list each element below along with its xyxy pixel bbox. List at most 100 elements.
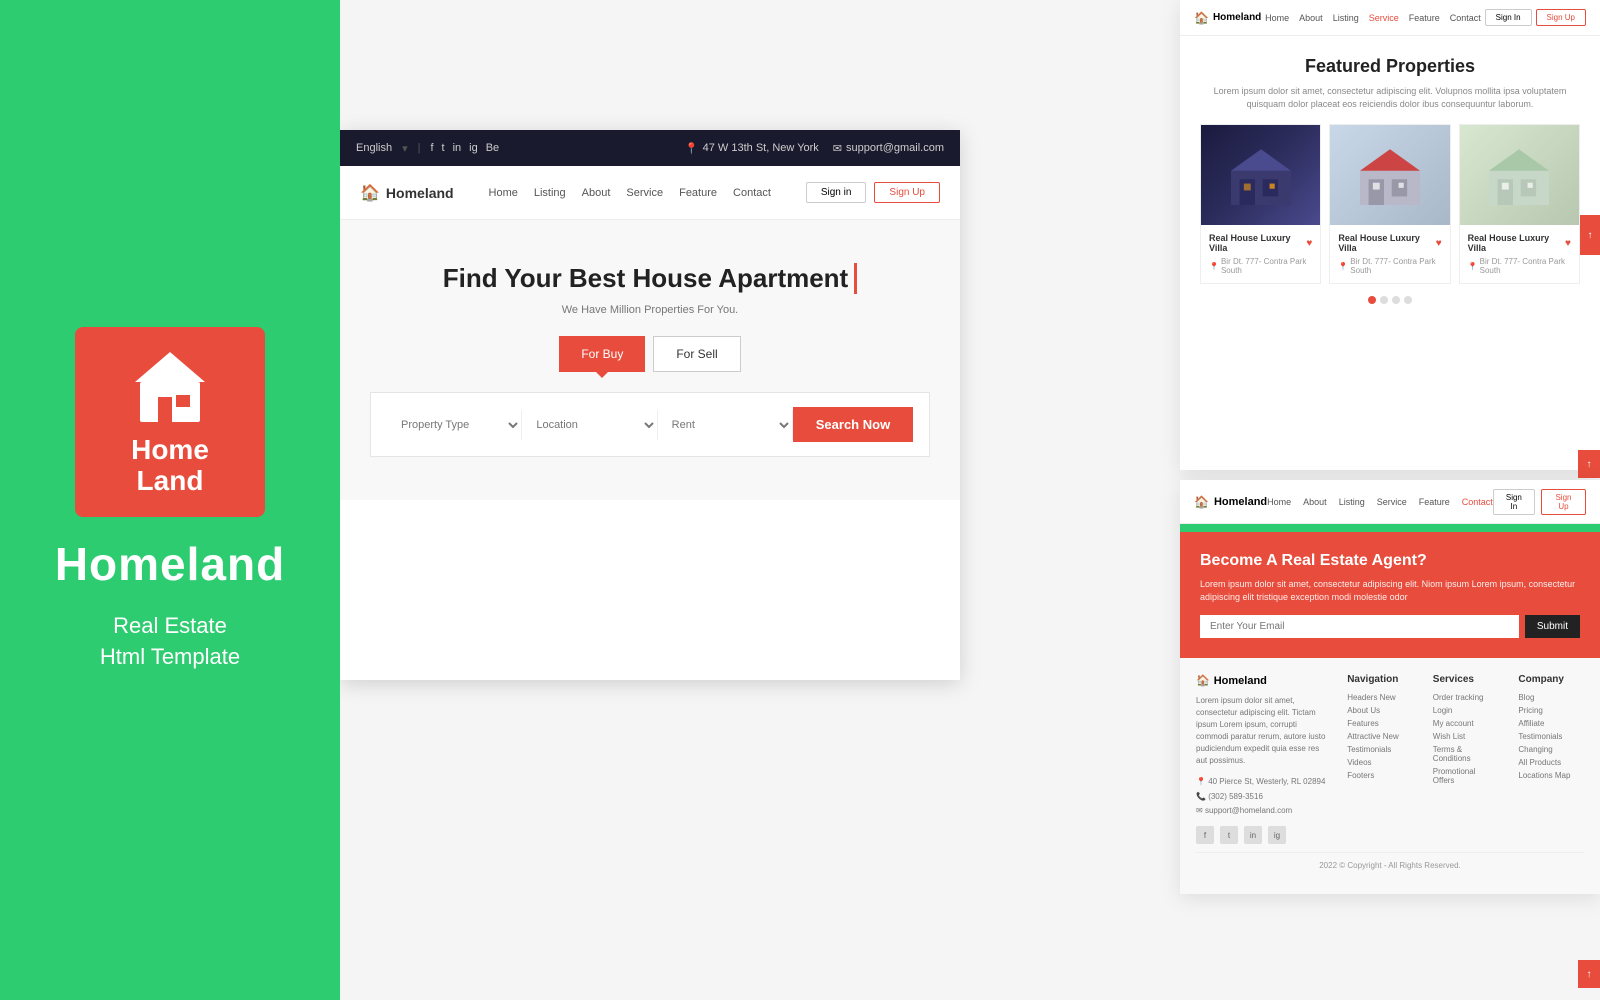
fsvc-wish-list[interactable]: Wish List: [1433, 732, 1499, 741]
nav-about[interactable]: About: [582, 187, 611, 199]
nav-logo: 🏠 Homeland: [360, 183, 454, 203]
bnav-home[interactable]: Home: [1267, 497, 1291, 507]
property-location-2: 📍 Bir Dt. 777- Contra Park South: [1338, 257, 1441, 275]
fnav-listing[interactable]: Listing: [1333, 13, 1359, 23]
scroll-bottom-button[interactable]: ↑: [1578, 960, 1600, 988]
dot-4[interactable]: [1404, 296, 1412, 304]
fsvc-terms[interactable]: Terms & Conditions: [1433, 745, 1499, 763]
fsvc-login[interactable]: Login: [1433, 706, 1499, 715]
search-bar: Property Type Location Rent Search Now: [370, 392, 930, 457]
property-card-1[interactable]: Real House Luxury Villa ♥ 📍 Bir Dt. 777-…: [1200, 124, 1321, 284]
fnav-headers-new[interactable]: Headers New: [1347, 693, 1413, 702]
language-selector[interactable]: English: [356, 142, 392, 154]
property-name-3: Real House Luxury Villa ♥: [1468, 233, 1571, 253]
fnav-footers[interactable]: Footers: [1347, 771, 1413, 780]
featured-nav-logo: 🏠 Homeland: [1194, 11, 1261, 25]
nav-home[interactable]: Home: [489, 187, 518, 199]
footer-phone: 📞 (302) 589-3516: [1196, 790, 1327, 804]
nav-listing[interactable]: Listing: [534, 187, 566, 199]
signup-button[interactable]: Sign Up: [874, 182, 940, 203]
house-svg-3: [1484, 145, 1554, 205]
bottom-signin-btn[interactable]: Sign In: [1493, 489, 1535, 515]
footer-linkedin-icon[interactable]: in: [1244, 826, 1262, 844]
dot-3[interactable]: [1392, 296, 1400, 304]
fnav-about[interactable]: About: [1299, 13, 1323, 23]
fnav-about-us[interactable]: About Us: [1347, 706, 1413, 715]
fnav-attractive-new[interactable]: Attractive New: [1347, 732, 1413, 741]
fnav-testimonials[interactable]: Testimonials: [1347, 745, 1413, 754]
fco-pricing[interactable]: Pricing: [1518, 706, 1584, 715]
featured-panel: 🏠 Homeland Home About Listing Service Fe…: [1180, 0, 1600, 470]
scroll-top-button[interactable]: ↑: [1578, 450, 1600, 478]
heart-icon-1[interactable]: ♥: [1306, 238, 1312, 249]
instagram-icon[interactable]: ig: [469, 142, 478, 154]
main-preview: English ▾ | f t in ig Be 📍 47 W 13th St,…: [340, 130, 960, 680]
featured-signup-btn[interactable]: Sign Up: [1536, 9, 1586, 26]
heart-icon-3[interactable]: ♥: [1565, 238, 1571, 249]
fnav-features[interactable]: Features: [1347, 719, 1413, 728]
facebook-icon[interactable]: f: [430, 142, 433, 154]
fnav-videos[interactable]: Videos: [1347, 758, 1413, 767]
fco-locations-map[interactable]: Locations Map: [1518, 771, 1584, 780]
fsvc-order-tracking[interactable]: Order tracking: [1433, 693, 1499, 702]
bottom-signup-btn[interactable]: Sign Up: [1541, 489, 1586, 515]
property-info-1: Real House Luxury Villa ♥ 📍 Bir Dt. 777-…: [1201, 225, 1320, 283]
bnav-feature[interactable]: Feature: [1419, 497, 1450, 507]
footer-instagram-icon[interactable]: ig: [1268, 826, 1286, 844]
footer-facebook-icon[interactable]: f: [1196, 826, 1214, 844]
fnav-service[interactable]: Service: [1369, 13, 1399, 23]
footer-nav-links: Headers New About Us Features Attractive…: [1347, 693, 1413, 780]
agent-cta-description: Lorem ipsum dolor sit amet, consectetur …: [1200, 578, 1580, 603]
property-name-2: Real House Luxury Villa ♥: [1338, 233, 1441, 253]
fsvc-my-account[interactable]: My account: [1433, 719, 1499, 728]
fnav-feature[interactable]: Feature: [1409, 13, 1440, 23]
fco-blog[interactable]: Blog: [1518, 693, 1584, 702]
featured-signin-btn[interactable]: Sign In: [1485, 9, 1532, 26]
fnav-home[interactable]: Home: [1265, 13, 1289, 23]
dot-2[interactable]: [1380, 296, 1388, 304]
footer-services-col: Services Order tracking Login My account…: [1433, 674, 1499, 844]
heart-icon-2[interactable]: ♥: [1436, 238, 1442, 249]
bnav-contact[interactable]: Contact: [1462, 497, 1493, 507]
location-select[interactable]: Location: [522, 410, 657, 440]
behance-icon[interactable]: Be: [486, 142, 499, 154]
footer-services-title: Services: [1433, 674, 1499, 685]
left-panel: Home Land Homeland Real Estate Html Temp…: [0, 0, 340, 1000]
featured-nav-buttons: Sign In Sign Up: [1485, 9, 1586, 26]
property-type-select[interactable]: Property Type: [387, 410, 522, 440]
green-accent-bar: [1180, 524, 1600, 532]
bnav-listing[interactable]: Listing: [1339, 497, 1365, 507]
fco-changing[interactable]: Changing: [1518, 745, 1584, 754]
linkedin-icon[interactable]: in: [453, 142, 462, 154]
fsvc-promotional[interactable]: Promotional Offers: [1433, 767, 1499, 785]
bnav-service[interactable]: Service: [1377, 497, 1407, 507]
signin-button[interactable]: Sign in: [806, 182, 867, 203]
nav-contact[interactable]: Contact: [733, 187, 771, 199]
dot-1[interactable]: [1368, 296, 1376, 304]
search-now-button[interactable]: Search Now: [793, 407, 913, 442]
fco-all-products[interactable]: All Products: [1518, 758, 1584, 767]
footer-copyright: 2022 © Copyright - All Rights Reserved.: [1196, 852, 1584, 878]
agent-email-form: Submit: [1200, 615, 1580, 638]
footer-social-links: f t in ig: [1196, 826, 1327, 844]
fnav-contact[interactable]: Contact: [1450, 13, 1481, 23]
property-card-2[interactable]: Real House Luxury Villa ♥ 📍 Bir Dt. 777-…: [1329, 124, 1450, 284]
featured-title: Featured Properties: [1200, 56, 1580, 77]
footer-twitter-icon[interactable]: t: [1220, 826, 1238, 844]
footer-contact-info: 📍 40 Pierce St, Westerly, RL 02894 📞 (30…: [1196, 775, 1327, 818]
nav-feature[interactable]: Feature: [679, 187, 717, 199]
for-sell-button[interactable]: For Sell: [653, 336, 740, 372]
agent-submit-button[interactable]: Submit: [1525, 615, 1580, 638]
scroll-indicator[interactable]: ↑: [1580, 215, 1600, 255]
rent-select[interactable]: Rent: [658, 410, 793, 440]
nav-service[interactable]: Service: [626, 187, 663, 199]
fco-testimonials[interactable]: Testimonials: [1518, 732, 1584, 741]
navbar: 🏠 Homeland Home Listing About Service Fe…: [340, 166, 960, 220]
fco-affiliate[interactable]: Affiliate: [1518, 719, 1584, 728]
agent-email-input[interactable]: [1200, 615, 1519, 638]
hero-title: Find Your Best House Apartment: [443, 263, 857, 294]
for-buy-button[interactable]: For Buy: [559, 336, 645, 372]
bnav-about[interactable]: About: [1303, 497, 1327, 507]
twitter-icon[interactable]: t: [442, 142, 445, 154]
property-card-3[interactable]: Real House Luxury Villa ♥ 📍 Bir Dt. 777-…: [1459, 124, 1580, 284]
